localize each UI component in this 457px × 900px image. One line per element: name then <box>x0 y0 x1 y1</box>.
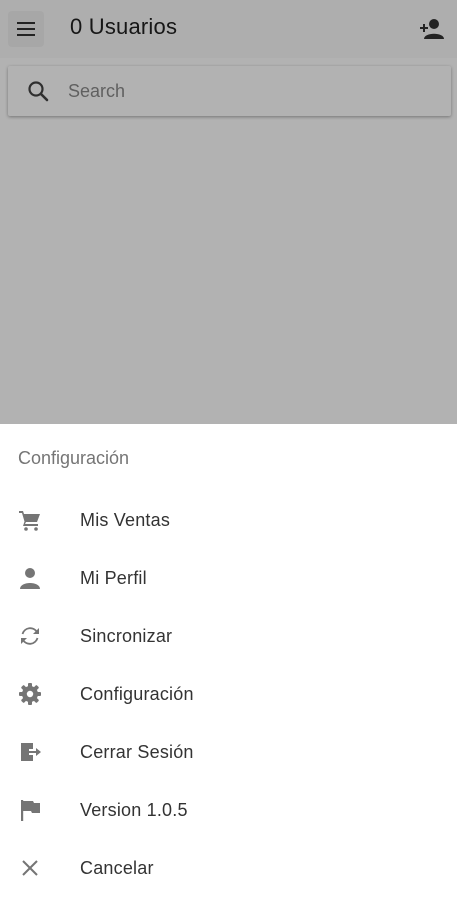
menu-item-sincronizar[interactable]: Sincronizar <box>0 607 457 665</box>
gear-icon <box>18 682 42 706</box>
sheet-menu-list: Mis Ventas Mi Perfil Sincronizar Configu… <box>0 491 457 897</box>
menu-item-label: Mi Perfil <box>80 568 147 588</box>
menu-item-cerrar-sesion[interactable]: Cerrar Sesión <box>0 723 457 781</box>
sync-icon <box>18 624 42 648</box>
menu-item-label: Version 1.0.5 <box>80 800 188 820</box>
menu-item-label: Cerrar Sesión <box>80 742 194 762</box>
cart-icon <box>18 508 42 532</box>
menu-item-configuracion[interactable]: Configuración <box>0 665 457 723</box>
menu-item-label: Mis Ventas <box>80 510 171 530</box>
sheet-title: Configuración <box>18 448 130 468</box>
menu-item-mi-perfil[interactable]: Mi Perfil <box>0 549 457 607</box>
menu-item-label: Sincronizar <box>80 626 173 646</box>
flag-icon <box>18 798 42 822</box>
menu-item-mis-ventas[interactable]: Mis Ventas <box>0 491 457 549</box>
menu-item-cancelar[interactable]: Cancelar <box>0 839 457 897</box>
person-icon <box>18 566 42 590</box>
menu-item-label: Cancelar <box>80 858 154 878</box>
logout-icon <box>18 740 42 764</box>
close-icon <box>18 856 42 880</box>
bottom-sheet: Configuración Mis Ventas Mi Perfil Sincr… <box>0 424 457 900</box>
menu-item-label: Configuración <box>80 684 194 704</box>
menu-item-version[interactable]: Version 1.0.5 <box>0 781 457 839</box>
